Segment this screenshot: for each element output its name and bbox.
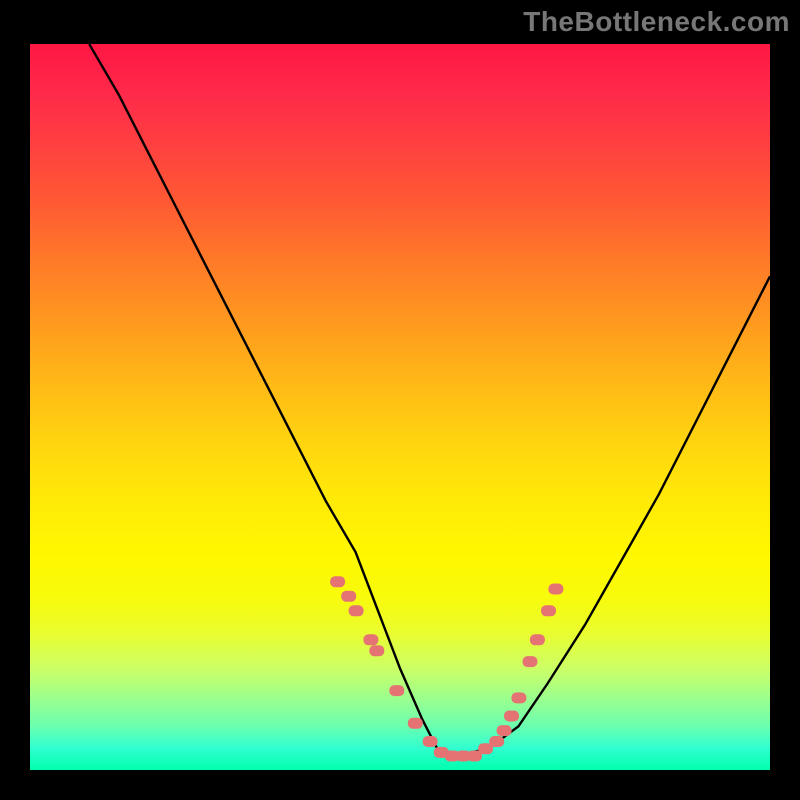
highlight-dot bbox=[408, 718, 423, 729]
highlight-dot bbox=[341, 591, 356, 602]
highlight-dot bbox=[541, 605, 556, 616]
highlight-dot bbox=[349, 605, 364, 616]
watermark-text: TheBottleneck.com bbox=[523, 6, 790, 38]
chart-svg bbox=[30, 44, 770, 770]
curve-group bbox=[89, 44, 770, 756]
highlight-dot bbox=[389, 685, 404, 696]
plot-area bbox=[30, 44, 770, 770]
highlight-dot bbox=[330, 576, 345, 587]
chart-outer: TheBottleneck.com bbox=[0, 0, 800, 800]
highlight-dot bbox=[523, 656, 538, 667]
highlight-dot bbox=[489, 736, 504, 747]
highlight-dot bbox=[363, 634, 378, 645]
highlight-dot bbox=[530, 634, 545, 645]
highlight-dot bbox=[504, 711, 519, 722]
highlight-dot bbox=[548, 584, 563, 595]
highlight-dot bbox=[497, 725, 512, 736]
highlight-dots-group bbox=[330, 576, 563, 761]
highlight-dot bbox=[511, 692, 526, 703]
bottleneck-curve-line bbox=[89, 44, 770, 756]
highlight-dot bbox=[423, 736, 438, 747]
highlight-dot bbox=[369, 645, 384, 656]
